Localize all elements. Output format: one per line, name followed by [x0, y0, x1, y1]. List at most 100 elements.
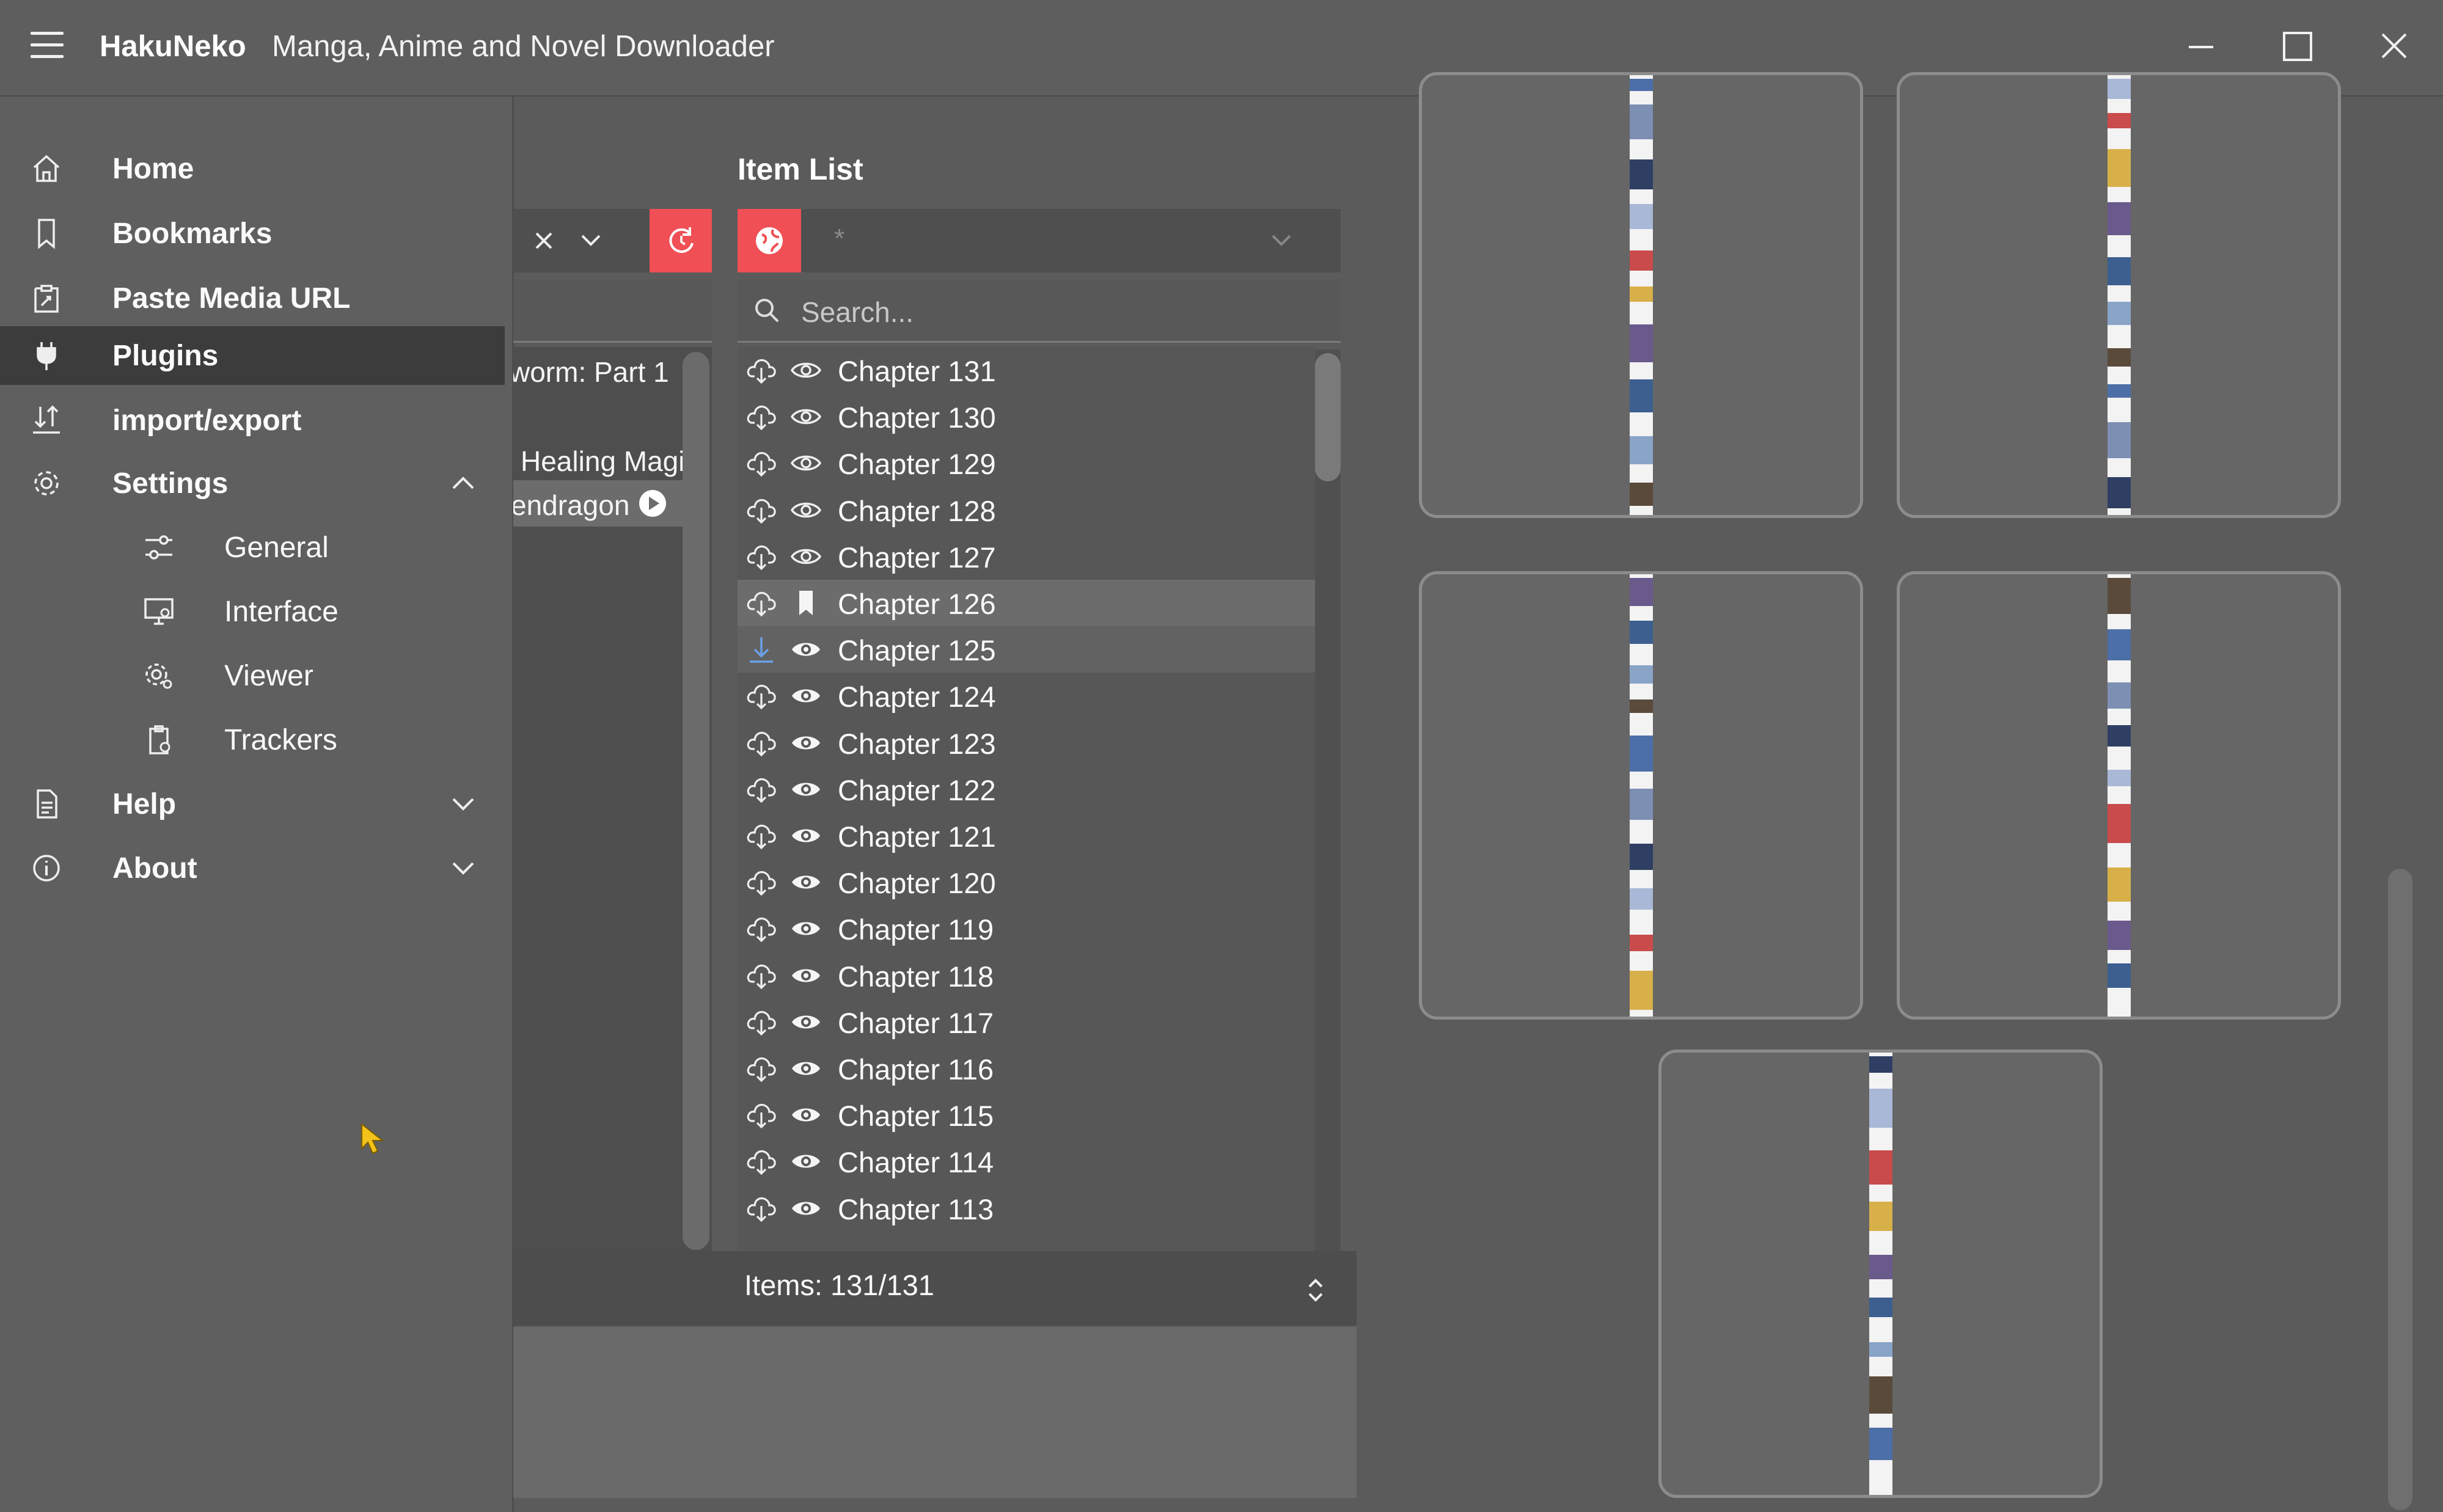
- eye-icon[interactable]: [790, 450, 822, 477]
- sort-toggle-icon[interactable]: [1305, 1274, 1327, 1306]
- cloud-download-icon[interactable]: [746, 961, 777, 990]
- sidebar-item-interface[interactable]: Interface: [0, 582, 505, 641]
- eye-filled-icon[interactable]: [790, 636, 822, 663]
- chapter-label: Chapter 131: [838, 355, 996, 387]
- chapter-list-scrollbar-thumb[interactable]: [1315, 353, 1341, 481]
- list-item[interactable]: worm: Part 1: [513, 347, 687, 393]
- sidebar-item-viewer[interactable]: Viewer: [0, 646, 505, 705]
- cloud-download-icon[interactable]: [746, 1007, 777, 1037]
- page-thumbnail[interactable]: [1419, 571, 1863, 1020]
- sidebar-item-plugins[interactable]: Plugins: [0, 326, 505, 385]
- chevron-down-icon[interactable]: [577, 231, 604, 250]
- chapter-label: Chapter 124: [838, 681, 996, 714]
- eye-filled-icon[interactable]: [790, 1148, 822, 1175]
- sidebar-item-paste-media-url[interactable]: Paste Media URL: [0, 269, 505, 327]
- chapter-row[interactable]: Chapter 114: [738, 1138, 1315, 1185]
- language-select[interactable]: [738, 209, 1341, 272]
- close-button[interactable]: [2367, 22, 2422, 71]
- page-thumbnail[interactable]: [1419, 72, 1863, 518]
- cloud-download-icon[interactable]: [746, 1147, 777, 1176]
- eye-filled-icon[interactable]: [790, 1009, 822, 1035]
- sidebar-item-label: Interface: [224, 596, 339, 628]
- cloud-download-icon[interactable]: [746, 775, 777, 804]
- chapter-list-scrollbar[interactable]: [1315, 349, 1341, 1251]
- cloud-download-icon[interactable]: [746, 542, 777, 571]
- chapter-label: Chapter 119: [838, 913, 994, 946]
- chapter-row[interactable]: Chapter 131: [738, 347, 1315, 393]
- chapter-row[interactable]: Chapter 116: [738, 1045, 1315, 1092]
- cloud-download-icon[interactable]: [746, 356, 777, 385]
- cloud-download-icon[interactable]: [746, 1054, 777, 1083]
- list-item-selected[interactable]: endragon: [513, 480, 687, 527]
- minimize-button[interactable]: [2174, 22, 2229, 71]
- sidebar-item-general[interactable]: General: [0, 518, 505, 577]
- eye-filled-icon[interactable]: [790, 1055, 822, 1082]
- chapter-row[interactable]: Chapter 126: [738, 580, 1315, 626]
- eye-filled-icon[interactable]: [790, 915, 822, 942]
- chapter-row[interactable]: Chapter 124: [738, 673, 1315, 719]
- cloud-download-icon[interactable]: [746, 448, 777, 478]
- eye-icon[interactable]: [790, 543, 822, 570]
- chapter-row[interactable]: Chapter 113: [738, 1185, 1315, 1232]
- cloud-download-icon[interactable]: [746, 1100, 777, 1130]
- chapter-row[interactable]: Chapter 123: [738, 720, 1315, 766]
- eye-icon[interactable]: [790, 357, 822, 384]
- sidebar-item-bookmarks[interactable]: Bookmarks: [0, 204, 505, 263]
- eye-filled-icon[interactable]: [790, 729, 822, 756]
- sidebar-item-label: Viewer: [224, 660, 313, 692]
- eye-filled-icon[interactable]: [790, 869, 822, 896]
- eye-icon[interactable]: [790, 497, 822, 524]
- cloud-download-icon[interactable]: [746, 728, 777, 758]
- chapter-row[interactable]: Chapter 127: [738, 533, 1315, 580]
- chapter-row[interactable]: Chapter 125: [738, 626, 1315, 673]
- chapter-row[interactable]: Chapter 122: [738, 766, 1315, 813]
- refresh-manga-list-button[interactable]: [650, 209, 712, 272]
- sidebar-item-label: About: [112, 852, 197, 885]
- chapter-row[interactable]: Chapter 129: [738, 440, 1315, 486]
- list-item[interactable]: Healing Magi: [513, 436, 687, 483]
- eye-filled-icon[interactable]: [790, 822, 822, 849]
- maximize-button[interactable]: [2271, 22, 2326, 71]
- chapter-row[interactable]: Chapter 121: [738, 813, 1315, 859]
- cloud-download-icon[interactable]: [746, 402, 777, 431]
- sidebar-item-home[interactable]: Home: [0, 139, 505, 198]
- cloud-download-icon[interactable]: [746, 821, 777, 850]
- sidebar-item-trackers[interactable]: Trackers: [0, 710, 505, 769]
- eye-filled-icon[interactable]: [790, 776, 822, 803]
- manga-search-input[interactable]: [513, 280, 712, 343]
- clear-icon[interactable]: [532, 228, 556, 253]
- bookmark-icon[interactable]: [790, 590, 822, 616]
- page-thumbnail[interactable]: [1897, 571, 2341, 1020]
- sidebar-item-import-export[interactable]: import/export: [0, 391, 505, 450]
- chapter-row[interactable]: Chapter 128: [738, 487, 1315, 533]
- sidebar-item-settings[interactable]: Settings: [0, 454, 505, 513]
- cloud-download-icon[interactable]: [746, 588, 777, 618]
- sidebar-item-help[interactable]: Help: [0, 775, 505, 833]
- eye-filled-icon[interactable]: [790, 682, 822, 709]
- page-thumbnail[interactable]: [1658, 1050, 2103, 1498]
- chapter-row[interactable]: Chapter 118: [738, 952, 1315, 999]
- cloud-download-icon[interactable]: [746, 867, 777, 897]
- eye-filled-icon[interactable]: [790, 1101, 822, 1128]
- cloud-download-icon[interactable]: [746, 495, 777, 525]
- chapter-row[interactable]: Chapter 115: [738, 1092, 1315, 1138]
- chapter-row[interactable]: Chapter 120: [738, 859, 1315, 905]
- eye-icon[interactable]: [790, 403, 822, 430]
- chapter-row[interactable]: Chapter 130: [738, 393, 1315, 440]
- eye-filled-icon[interactable]: [790, 1195, 822, 1222]
- language-button[interactable]: [738, 209, 801, 272]
- downloaded-icon[interactable]: [746, 635, 777, 664]
- eye-filled-icon[interactable]: [790, 962, 822, 989]
- play-icon[interactable]: [638, 489, 667, 518]
- hamburger-menu-icon[interactable]: [31, 32, 64, 59]
- page-thumbnail[interactable]: [1897, 72, 2341, 518]
- preview-scrollbar-thumb[interactable]: [2388, 869, 2412, 1510]
- sidebar-item-about[interactable]: About: [0, 839, 505, 897]
- cloud-download-icon[interactable]: [746, 681, 777, 710]
- chapter-label: Chapter 113: [838, 1192, 994, 1225]
- chapter-row[interactable]: Chapter 117: [738, 999, 1315, 1045]
- cloud-download-icon[interactable]: [746, 914, 777, 943]
- manga-list-scrollbar[interactable]: [683, 352, 709, 1250]
- cloud-download-icon[interactable]: [746, 1194, 777, 1223]
- chapter-row[interactable]: Chapter 119: [738, 905, 1315, 952]
